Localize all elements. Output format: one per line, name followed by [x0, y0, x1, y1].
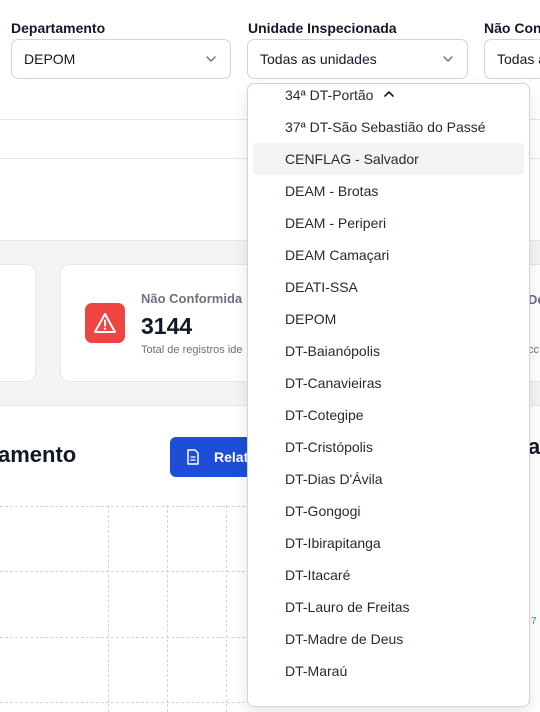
- departamento-value: DEPOM: [24, 51, 76, 67]
- unidade-label: Unidade Inspecionada: [248, 20, 397, 36]
- grid-line: [108, 505, 109, 712]
- page: Departamento DEPOM Unidade Inspecionada …: [0, 0, 540, 712]
- section-title: amento: [0, 442, 77, 467]
- departamento-select[interactable]: DEPOM: [11, 39, 231, 79]
- dropdown-option[interactable]: DT-Cotegipe: [253, 399, 524, 431]
- report-button-label: Relat: [214, 449, 249, 465]
- right-section-link[interactable]: 7: [531, 616, 537, 627]
- dropdown-option[interactable]: DT-Cristópolis: [253, 431, 524, 463]
- nao-conformidade-value: Todas a: [497, 51, 540, 67]
- chevron-down-icon: [443, 56, 453, 62]
- dropdown-option[interactable]: 37ª DT-São Sebastião do Passé: [253, 111, 524, 143]
- summary-card-left: [0, 264, 36, 382]
- unidade-dropdown[interactable]: 34ª DT-Portão 37ª DT-São Sebastião do Pas…: [247, 83, 530, 707]
- grid-line: [226, 505, 227, 712]
- dropdown-option[interactable]: DEAM Camaçari: [253, 239, 524, 271]
- dropdown-option[interactable]: DT-Dias D'Ávila: [253, 463, 524, 495]
- dropdown-option[interactable]: DEPOM: [253, 303, 524, 335]
- departamento-label: Departamento: [11, 20, 106, 36]
- dropdown-option[interactable]: DEAM - Brotas: [253, 175, 524, 207]
- unidade-value: Todas as unidades: [260, 51, 377, 67]
- card-subtitle: Total de registros ide: [141, 344, 243, 356]
- dropdown-option[interactable]: DT-Itacaré: [253, 559, 524, 591]
- dropdown-option[interactable]: DT-Canavieiras: [253, 367, 524, 399]
- dropdown-option[interactable]: DT-Madre de Deus: [253, 623, 524, 655]
- dropdown-option[interactable]: DT-Ibirapitanga: [253, 527, 524, 559]
- dropdown-option[interactable]: DEATI-SSA: [253, 271, 524, 303]
- dropdown-option[interactable]: DEAM - Periperi: [253, 207, 524, 239]
- dropdown-option[interactable]: DT-Maraú: [253, 655, 524, 687]
- dropdown-option[interactable]: 34ª DT-Portão: [253, 84, 524, 111]
- grid-line: [167, 505, 168, 712]
- dropdown-option[interactable]: DT-Gongogi: [253, 495, 524, 527]
- unidade-select[interactable]: Todas as unidades: [247, 39, 468, 79]
- nao-conformidade-label: Não Con: [484, 20, 540, 36]
- dropdown-option[interactable]: DT-Lauro de Freitas: [253, 591, 524, 623]
- dropdown-option[interactable]: CENFLAG - Salvador: [253, 143, 524, 175]
- dropdown-option[interactable]: DT-Baianópolis: [253, 335, 524, 367]
- card-value: 3144: [141, 313, 193, 339]
- dropdown-list: 34ª DT-Portão 37ª DT-São Sebastião do Pas…: [248, 87, 529, 687]
- nao-conformidade-select[interactable]: Todas a: [484, 39, 540, 79]
- warning-icon: [85, 303, 125, 343]
- card-title: Não Conformida: [141, 291, 243, 306]
- document-icon: [187, 449, 199, 465]
- chevron-down-icon: [206, 56, 216, 62]
